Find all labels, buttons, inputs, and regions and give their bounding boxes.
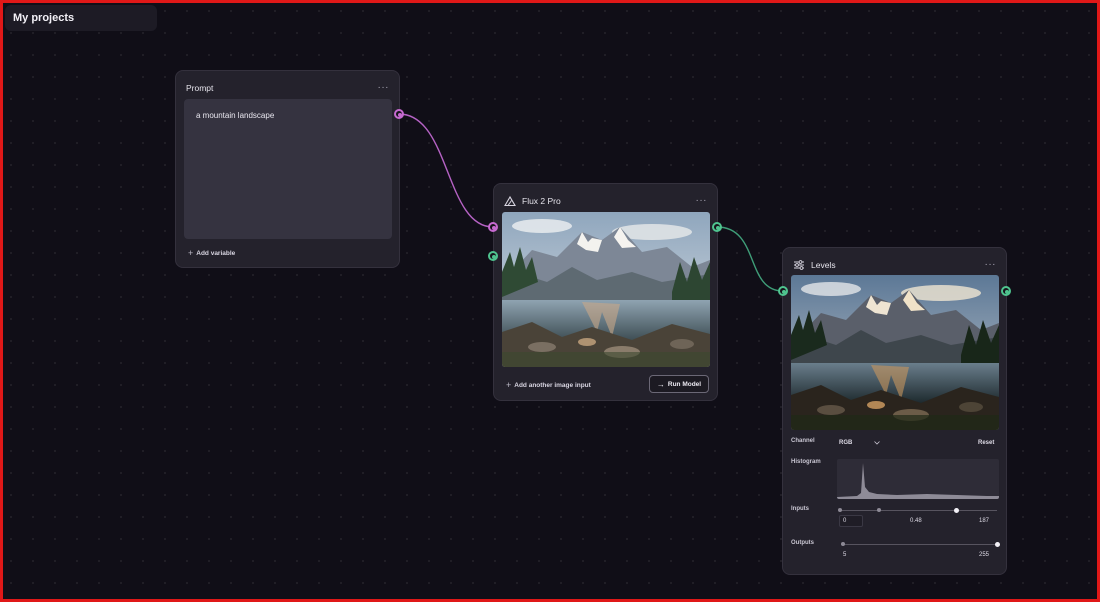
- prompt-text-area[interactable]: a mountain landscape: [184, 99, 392, 239]
- channel-label: Channel: [791, 438, 815, 444]
- channel-value: RGB: [839, 440, 853, 446]
- levels-node-menu-icon[interactable]: ···: [985, 260, 997, 270]
- chevron-down-icon: [874, 441, 881, 445]
- levels-output-port[interactable]: [1001, 286, 1011, 296]
- histogram-label: Histogram: [791, 459, 821, 465]
- prompt-output-port[interactable]: [394, 109, 404, 119]
- inputs-slider-track[interactable]: [839, 510, 997, 511]
- levels-input-port[interactable]: [778, 286, 788, 296]
- outputs-white-handle[interactable]: [995, 542, 1000, 547]
- reset-button[interactable]: Reset: [978, 440, 994, 446]
- sliders-icon: [794, 260, 804, 270]
- channel-select[interactable]: RGB: [839, 437, 889, 449]
- wire-prompt-to-flux: [398, 113, 494, 228]
- levels-node-header[interactable]: Levels ···: [793, 258, 996, 272]
- outputs-white-value[interactable]: 255: [979, 552, 989, 558]
- inputs-label: Inputs: [791, 506, 809, 512]
- flux-node[interactable]: Flux 2 Pro ··· + Add another image input…: [493, 183, 718, 401]
- inputs-gamma-handle[interactable]: [877, 508, 881, 512]
- plus-icon: +: [188, 248, 194, 258]
- add-variable-button[interactable]: + Add variable: [188, 248, 235, 258]
- my-projects-label: My projects: [13, 12, 75, 24]
- add-image-input-label: Add another image input: [514, 381, 591, 389]
- levels-node[interactable]: Levels ··· Channel RGB Reset Histogram I…: [782, 247, 1007, 575]
- prompt-node-menu-icon[interactable]: ···: [378, 83, 390, 93]
- my-projects-button[interactable]: My projects: [5, 5, 157, 31]
- run-model-button[interactable]: → Run Model: [649, 375, 709, 393]
- flux-node-menu-icon[interactable]: ···: [696, 196, 708, 206]
- add-variable-label: Add variable: [196, 249, 236, 257]
- flux-logo-icon: [504, 195, 516, 207]
- flux-node-header[interactable]: Flux 2 Pro ···: [504, 194, 707, 208]
- flux-output-image: [502, 212, 710, 367]
- inputs-black-handle[interactable]: [838, 508, 842, 512]
- wire-flux-to-levels: [716, 226, 784, 292]
- prompt-text: a mountain landscape: [196, 111, 275, 120]
- outputs-label: Outputs: [791, 540, 814, 546]
- flux-text-input-port[interactable]: [488, 222, 498, 232]
- inputs-black-value: 0: [843, 518, 847, 524]
- plus-icon: +: [506, 380, 512, 390]
- inputs-white-handle[interactable]: [954, 508, 959, 513]
- histogram-chart: [837, 459, 999, 499]
- flux-output-port[interactable]: [712, 222, 722, 232]
- prompt-node[interactable]: Prompt ··· a mountain landscape + Add va…: [175, 70, 400, 268]
- run-model-label: Run Model: [667, 380, 702, 388]
- outputs-slider-track[interactable]: [841, 544, 999, 545]
- arrow-right-icon: →: [656, 379, 665, 389]
- inputs-white-value[interactable]: 187: [979, 518, 989, 524]
- levels-output-image: [791, 275, 999, 430]
- flux-image-input-port[interactable]: [488, 251, 498, 261]
- inputs-gamma-value[interactable]: 0.48: [910, 518, 922, 524]
- flux-node-title: Flux 2 Pro: [522, 196, 561, 206]
- prompt-node-header[interactable]: Prompt ···: [186, 81, 389, 95]
- add-image-input-button[interactable]: + Add another image input: [506, 380, 591, 390]
- outputs-black-handle[interactable]: [841, 542, 845, 546]
- prompt-node-title: Prompt: [186, 83, 214, 93]
- levels-node-title: Levels: [811, 260, 836, 270]
- outputs-black-value[interactable]: 5: [843, 552, 846, 558]
